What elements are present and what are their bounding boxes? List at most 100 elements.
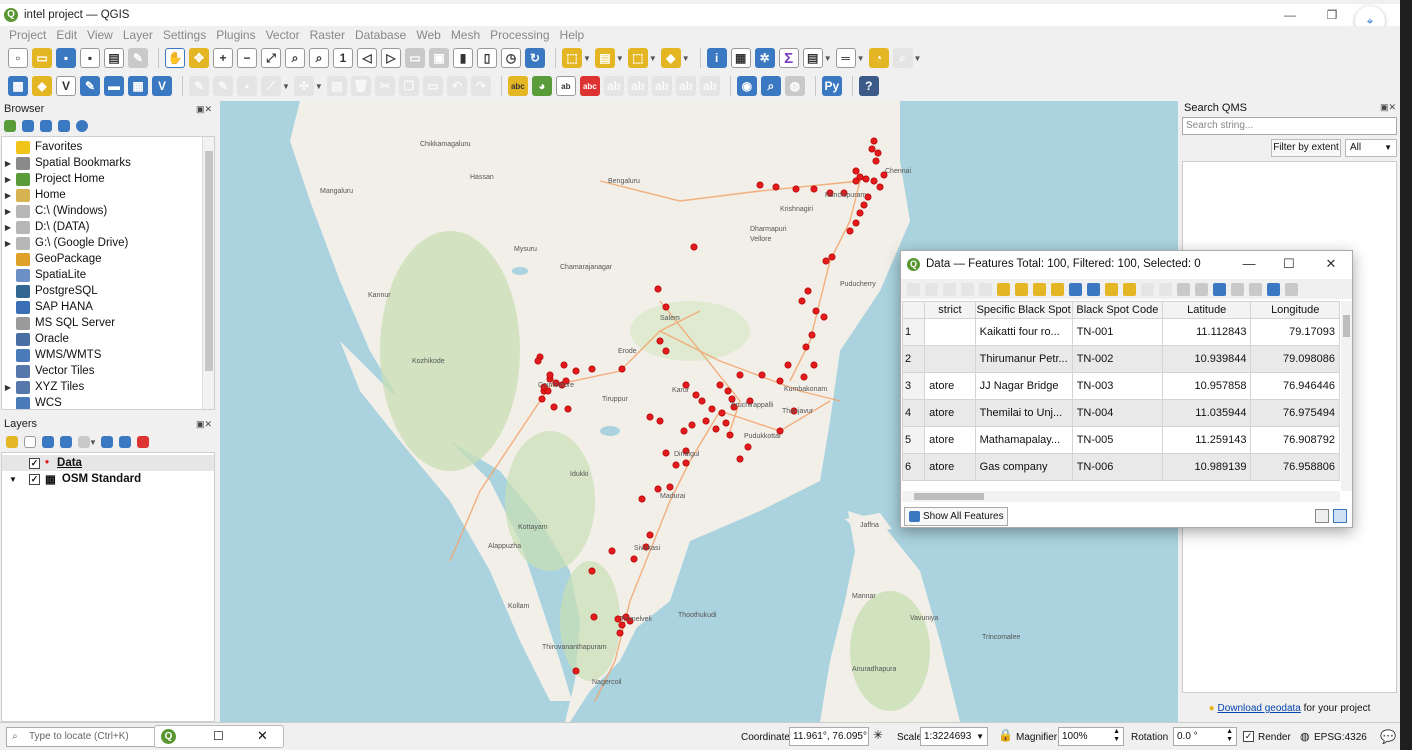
- scrollbar-thumb[interactable]: [914, 493, 984, 500]
- new-3d-view-icon[interactable]: ▣: [429, 48, 449, 68]
- black-spot-point[interactable]: [662, 303, 670, 311]
- black-spot-point[interactable]: [804, 287, 812, 295]
- column-header-longitude[interactable]: Longitude: [1250, 301, 1340, 319]
- black-spot-point[interactable]: [784, 361, 792, 369]
- pin-labels-icon[interactable]: abc: [579, 76, 600, 96]
- crs-button[interactable]: EPSG:4326: [1314, 732, 1367, 743]
- cell-district[interactable]: [924, 318, 976, 346]
- show-bookmarks-icon[interactable]: ▯: [477, 48, 497, 68]
- browser-item[interactable]: WCS: [2, 395, 214, 409]
- expand-arrow-icon[interactable]: ▶: [2, 383, 14, 392]
- menu-project[interactable]: Project: [0, 28, 51, 42]
- expand-arrow-icon[interactable]: ▶: [2, 175, 14, 184]
- black-spot-point[interactable]: [876, 183, 884, 191]
- expand-all-icon[interactable]: [100, 436, 113, 448]
- new-map-view-icon[interactable]: ▭: [405, 48, 425, 68]
- black-spot-point[interactable]: [680, 427, 688, 435]
- close-icon[interactable]: ✕: [257, 728, 268, 744]
- black-spot-point[interactable]: [698, 397, 706, 405]
- browser-item[interactable]: SpatiaLite: [2, 267, 214, 283]
- zoom-last-icon[interactable]: ◁: [357, 48, 377, 68]
- collapse-all-icon[interactable]: [118, 436, 131, 448]
- black-spot-point[interactable]: [744, 443, 752, 451]
- select-all-icon[interactable]: [1015, 282, 1028, 296]
- expand-arrow-icon[interactable]: ▶: [2, 223, 14, 232]
- save-edits-icon[interactable]: [943, 282, 956, 296]
- cell-longitude[interactable]: 76.975494: [1250, 399, 1340, 427]
- browser-item[interactable]: Oracle: [2, 331, 214, 347]
- black-spot-point[interactable]: [588, 365, 596, 373]
- expand-arrow-icon[interactable]: ▶: [2, 159, 14, 168]
- black-spot-point[interactable]: [856, 173, 864, 181]
- select-by-expression-icon[interactable]: [997, 282, 1010, 296]
- cell-black-spot-code[interactable]: TN-002: [1071, 345, 1164, 373]
- toggle-editing-icon[interactable]: [907, 282, 920, 296]
- table-row[interactable]: 6 atore Gas company TN-006 10.989139 76.95880…: [902, 453, 1340, 481]
- row-number[interactable]: 2: [902, 345, 926, 373]
- open-layer-styling-icon[interactable]: [6, 436, 18, 448]
- black-spot-point[interactable]: [646, 413, 654, 421]
- menu-processing[interactable]: Processing: [485, 28, 554, 42]
- black-spot-point[interactable]: [802, 343, 810, 351]
- temporal-controller-icon[interactable]: ◷: [501, 48, 521, 68]
- chevron-down-icon[interactable]: ▼: [616, 54, 624, 63]
- black-spot-point[interactable]: [722, 419, 730, 427]
- cell-latitude[interactable]: 10.957858: [1161, 372, 1252, 400]
- panel-float-close-icon[interactable]: ▣✕: [196, 101, 212, 117]
- layer-visibility-checkbox[interactable]: ✓: [29, 473, 40, 485]
- close-button[interactable]: ✕: [1311, 251, 1351, 277]
- black-spot-point[interactable]: [792, 185, 800, 193]
- change-label-icon[interactable]: ab: [675, 76, 696, 96]
- select-by-value-icon[interactable]: ▤: [594, 48, 615, 68]
- black-spot-point[interactable]: [538, 395, 546, 403]
- cell-black-spot-code[interactable]: TN-005: [1071, 426, 1164, 454]
- black-spot-point[interactable]: [810, 361, 818, 369]
- browser-item[interactable]: PostgreSQL: [2, 283, 214, 299]
- column-header-black-spot-code[interactable]: Black Spot Code: [1071, 301, 1164, 319]
- new-geopackage-layer-icon[interactable]: ◆: [32, 76, 52, 96]
- collapse-arrow-icon[interactable]: ▼: [2, 475, 24, 484]
- filter-icon[interactable]: [40, 120, 52, 132]
- column-header-specific-black-spot[interactable]: Specific Black Spot: [974, 301, 1073, 319]
- browser-item[interactable]: ▶ G:\ (Google Drive): [2, 235, 214, 251]
- statistics-sigma-icon[interactable]: Σ: [778, 48, 799, 68]
- maximize-button[interactable]: ☐: [1269, 251, 1309, 277]
- browser-item[interactable]: ▶ D:\ (DATA): [2, 219, 214, 235]
- print-layout-icon[interactable]: ▤: [104, 48, 124, 68]
- save-edits-icon[interactable]: ▪: [237, 76, 257, 96]
- cell-black-spot-code[interactable]: TN-004: [1071, 399, 1164, 427]
- expand-arrow-icon[interactable]: ▶: [2, 239, 14, 248]
- black-spot-point[interactable]: [672, 461, 680, 469]
- black-spot-point[interactable]: [800, 373, 808, 381]
- maximize-button[interactable]: ❐: [1312, 4, 1352, 26]
- scale-select[interactable]: 1:3224693 ▼: [920, 727, 988, 746]
- menu-plugins[interactable]: Plugins: [211, 28, 260, 42]
- black-spot-point[interactable]: [692, 391, 700, 399]
- filter-legend-icon[interactable]: [60, 436, 72, 448]
- black-spot-point[interactable]: [654, 485, 662, 493]
- menu-layer[interactable]: Layer: [118, 28, 158, 42]
- cell-latitude[interactable]: 11.259143: [1161, 426, 1252, 454]
- render-checkbox[interactable]: ✓: [1243, 731, 1254, 742]
- table-row[interactable]: 1 Kaikatti four ro... TN-001 11.112843 79.17…: [902, 318, 1340, 346]
- coordinate-field[interactable]: 11.961°, 76.095°: [789, 727, 869, 746]
- browser-item[interactable]: ▶ XYZ Tiles: [2, 379, 214, 395]
- add-group-icon[interactable]: [24, 436, 36, 448]
- cell-longitude[interactable]: 79.17093: [1250, 318, 1340, 346]
- projection-globe-icon[interactable]: ◍: [1300, 730, 1310, 743]
- cell-specific-black-spot[interactable]: Gas company: [974, 453, 1073, 481]
- processing-toolbox-icon[interactable]: ✲: [754, 48, 775, 68]
- cut-features-icon[interactable]: ✂: [374, 76, 395, 96]
- osm-download-icon[interactable]: ◍: [784, 76, 805, 96]
- menu-vector[interactable]: Vector: [261, 28, 305, 42]
- delete-selected-icon[interactable]: 🗑: [350, 76, 371, 96]
- zoom-to-selection-icon[interactable]: ⌕: [285, 48, 305, 68]
- identify-features-icon[interactable]: i: [706, 48, 727, 68]
- copy-rows-icon[interactable]: [1141, 282, 1154, 296]
- pan-to-selection-icon[interactable]: ✥: [189, 48, 209, 68]
- cell-longitude[interactable]: 76.908792: [1250, 426, 1340, 454]
- qms-search-input[interactable]: Search string...: [1182, 117, 1397, 135]
- menu-database[interactable]: Database: [350, 28, 411, 42]
- deselect-all-icon[interactable]: [1051, 282, 1064, 296]
- black-spot-point[interactable]: [860, 201, 868, 209]
